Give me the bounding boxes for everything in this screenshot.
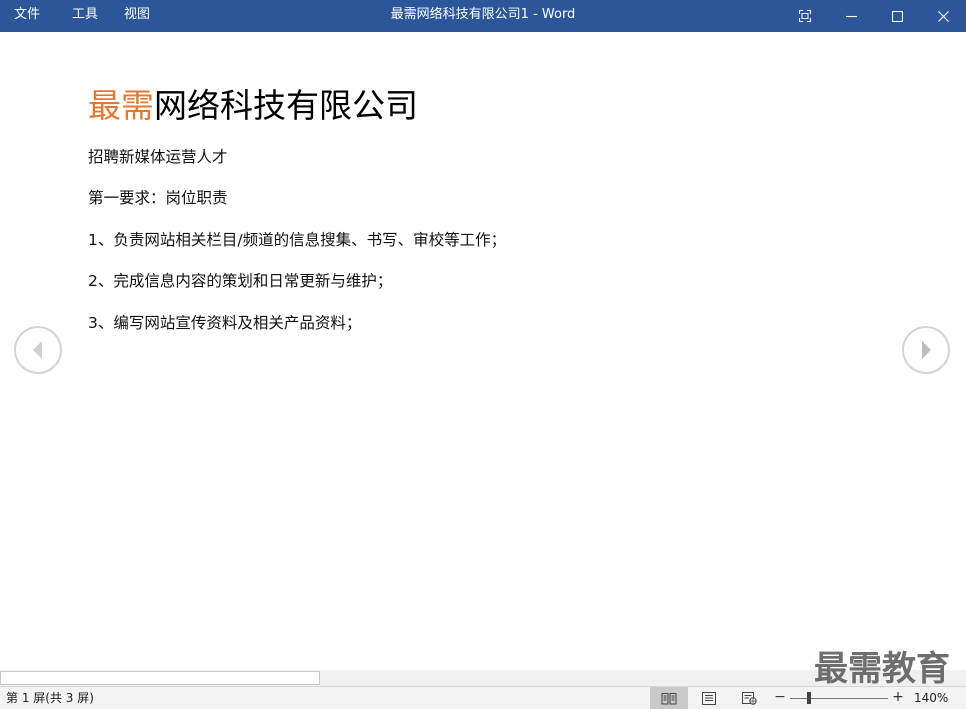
web-layout-button[interactable]	[730, 687, 768, 709]
zoom-in-button[interactable]: +	[892, 687, 904, 709]
previous-screen-button[interactable]	[14, 326, 62, 374]
paragraph: 1、负责网站相关栏目/频道的信息搜集、书写、审校等工作；	[88, 231, 507, 249]
focus-mode-icon	[799, 10, 811, 22]
focus-mode-button[interactable]	[782, 0, 828, 32]
document-area[interactable]: 最需网络科技有限公司 招聘新媒体运营人才 第一要求：岗位职责 1、负责网站相关栏…	[0, 32, 966, 670]
chevron-left-icon	[33, 341, 42, 359]
document-heading: 最需网络科技有限公司	[88, 84, 418, 128]
title-bar: 文件 工具 视图 最需网络科技有限公司1 - Word	[0, 0, 966, 32]
print-layout-button[interactable]	[690, 687, 728, 709]
paragraph: 招聘新媒体运营人才	[88, 148, 228, 166]
read-mode-button[interactable]	[650, 687, 688, 709]
print-layout-icon	[702, 691, 716, 705]
minimize-icon	[845, 15, 857, 17]
maximize-icon	[891, 10, 903, 22]
close-icon	[937, 10, 949, 22]
scrollbar-thumb[interactable]	[0, 671, 320, 685]
next-screen-button[interactable]	[902, 326, 950, 374]
zoom-slider[interactable]	[790, 698, 888, 699]
menu-file[interactable]: 文件	[14, 0, 40, 32]
heading-accent-text: 最需	[88, 86, 154, 125]
menu-view[interactable]: 视图	[124, 0, 150, 32]
heading-rest-text: 网络科技有限公司	[154, 86, 418, 125]
zoom-out-button[interactable]: −	[774, 687, 786, 709]
web-layout-icon	[741, 691, 757, 705]
maximize-button[interactable]	[874, 0, 920, 32]
minimize-button[interactable]	[828, 0, 874, 32]
page-indicator: 第 1 屏(共 3 屏)	[6, 691, 94, 705]
zoom-slider-thumb[interactable]	[807, 692, 811, 704]
zoom-level[interactable]: 140%	[914, 687, 948, 709]
chevron-right-icon	[922, 341, 931, 359]
watermark-logo: 最需教育	[814, 649, 950, 689]
status-bar: 第 1 屏(共 3 屏) − + 140%	[0, 686, 966, 709]
paragraph: 第一要求：岗位职责	[88, 189, 228, 207]
paragraph: 2、完成信息内容的策划和日常更新与维护；	[88, 272, 393, 290]
menu-tools[interactable]: 工具	[72, 0, 98, 32]
paragraph: 3、编写网站宣传资料及相关产品资料；	[88, 314, 362, 332]
read-mode-icon	[661, 692, 677, 704]
close-button[interactable]	[920, 0, 966, 32]
